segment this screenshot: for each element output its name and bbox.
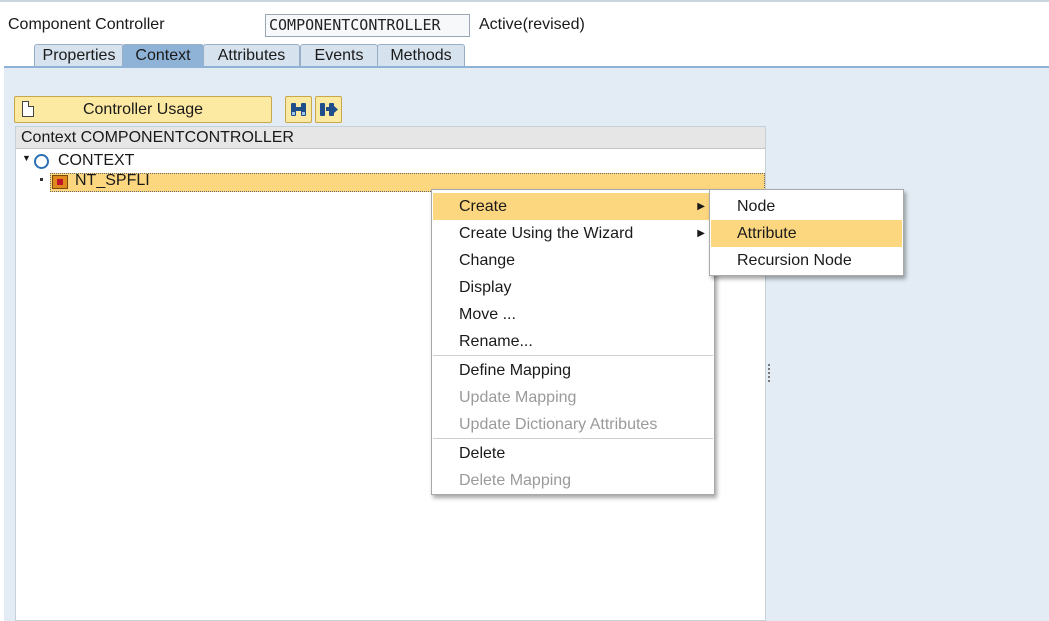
find-next-icon: [320, 103, 338, 116]
tab-events[interactable]: Events: [300, 44, 378, 67]
controller-usage-button[interactable]: Controller Usage: [14, 96, 272, 123]
leaf-bullet-icon: [40, 178, 43, 181]
controller-usage-label: Controller Usage: [82, 101, 204, 118]
binoculars-icon: [291, 103, 306, 116]
context-node-icon: [34, 154, 49, 169]
controller-name-field[interactable]: COMPONENTCONTROLLER: [265, 14, 470, 37]
menu-separator: [433, 355, 713, 356]
menu-item-define-mapping[interactable]: Define Mapping: [433, 357, 713, 384]
context-root-label: CONTEXT: [58, 152, 135, 169]
node-folder-icon: [52, 175, 68, 189]
tab-attributes[interactable]: Attributes: [203, 44, 300, 67]
submenu-item-node[interactable]: Node: [711, 193, 902, 220]
menu-item-delete[interactable]: Delete: [433, 440, 713, 467]
component-controller-label: Component Controller: [8, 16, 165, 33]
submenu-arrow-icon: ▶: [697, 201, 705, 212]
tab-context[interactable]: Context: [122, 44, 204, 67]
window-top-border: [0, 0, 1049, 2]
menu-item-update-mapping: Update Mapping: [459, 389, 577, 406]
submenu-item-recursion-node[interactable]: Recursion Node: [711, 247, 902, 274]
menu-item-display[interactable]: Display: [433, 274, 713, 301]
submenu-arrow-icon: ▶: [697, 228, 705, 239]
expand-triangle-icon[interactable]: ▼: [22, 153, 31, 163]
menu-item-create-wizard[interactable]: Create Using the Wizard ▶: [433, 220, 713, 247]
menu-item-delete-mapping: Delete Mapping: [459, 472, 572, 489]
menu-item-rename[interactable]: Rename...: [433, 328, 713, 355]
menu-item-create[interactable]: Create ▶: [433, 193, 713, 220]
tree-header: Context COMPONENTCONTROLLER: [16, 127, 765, 149]
nt-spfli-label: NT_SPFLI: [75, 172, 150, 189]
find-button[interactable]: [285, 96, 312, 123]
status-text: Active(revised): [479, 16, 585, 33]
context-menu: Create ▶ Create Using the Wizard ▶ Change …: [431, 189, 715, 495]
find-next-button[interactable]: [315, 96, 342, 123]
menu-item-change[interactable]: Change: [433, 247, 713, 274]
submenu-item-attribute[interactable]: Attribute: [711, 220, 902, 247]
tab-methods[interactable]: Methods: [377, 44, 465, 67]
splitter-handle[interactable]: [768, 364, 770, 384]
create-submenu: Node Attribute Recursion Node: [709, 189, 904, 276]
menu-item-update-dictionary: Update Dictionary Attributes: [459, 416, 658, 433]
tab-properties[interactable]: Properties: [34, 44, 124, 67]
menu-separator: [433, 438, 713, 439]
menu-item-move[interactable]: Move ...: [433, 301, 713, 328]
